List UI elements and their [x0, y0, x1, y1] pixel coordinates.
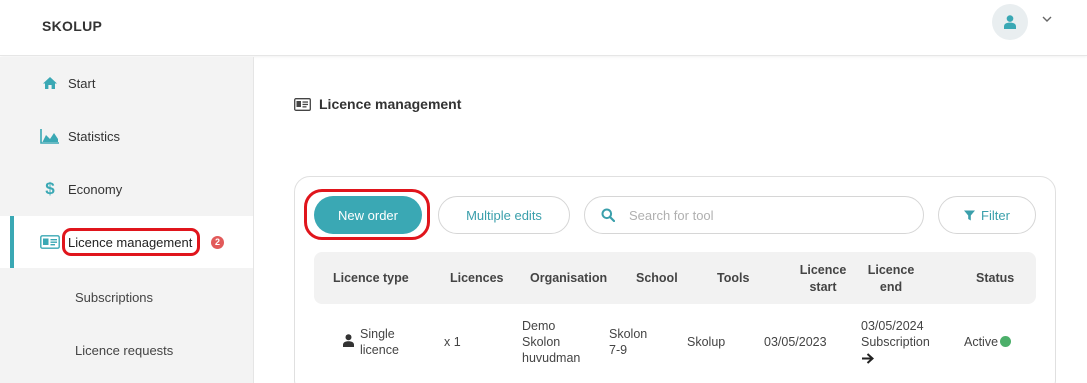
- sidebar-item-statistics[interactable]: Statistics: [0, 110, 253, 162]
- status-dot: [1000, 336, 1012, 347]
- column-header[interactable]: Licence type: [333, 270, 409, 287]
- dollar-icon: $: [45, 179, 55, 198]
- subscription-label: Subscription: [861, 335, 930, 349]
- licence-start-cell: 03/05/2023: [764, 335, 827, 349]
- multiple-edits-button[interactable]: Multiple edits: [438, 196, 570, 234]
- status-text: Active: [964, 335, 999, 349]
- sidebar-item-start[interactable]: Start: [0, 57, 253, 109]
- licence-end-cell: 03/05/2024: [861, 319, 924, 333]
- id-card-icon: [40, 233, 60, 251]
- id-card-icon: [294, 97, 311, 111]
- column-header[interactable]: Licences: [450, 270, 504, 287]
- page-title: Licence management: [294, 96, 461, 112]
- column-header[interactable]: School: [636, 270, 678, 287]
- top-bar: SKOLUP: [0, 0, 1087, 56]
- notification-badge: 2: [211, 235, 224, 249]
- sidebar-item-economy[interactable]: $ Economy: [0, 163, 253, 215]
- chevron-down-icon[interactable]: [1040, 12, 1054, 26]
- filter-label: Filter: [981, 207, 1010, 223]
- licences-cell: x 1: [444, 335, 461, 349]
- column-header[interactable]: Licence end: [866, 262, 916, 296]
- column-header[interactable]: Status: [976, 270, 1014, 287]
- licence-type-cell: Single licence: [360, 327, 399, 357]
- highlight-annotation: [304, 189, 430, 240]
- page-title-text: Licence management: [319, 96, 462, 112]
- column-header[interactable]: Tools: [717, 270, 749, 287]
- sidebar-item-label: Statistics: [68, 128, 121, 144]
- area-chart-icon: [40, 127, 60, 145]
- search-icon: [601, 208, 615, 222]
- sidebar-subitem-licence-requests[interactable]: Licence requests: [75, 343, 173, 358]
- highlight-annotation: [62, 228, 200, 256]
- school-cell: Skolon 7-9: [609, 327, 648, 357]
- column-header[interactable]: Organisation: [530, 270, 607, 287]
- organisation-cell: Demo Skolon huvudman: [522, 319, 581, 365]
- search-input[interactable]: [629, 207, 909, 223]
- column-header[interactable]: Licence start: [793, 262, 853, 296]
- user-icon: [1004, 15, 1016, 29]
- arrow-right-icon[interactable]: [862, 353, 874, 364]
- user-avatar[interactable]: [992, 4, 1028, 40]
- brand-logo[interactable]: SKOLUP: [42, 18, 102, 34]
- user-icon: [343, 334, 354, 347]
- sidebar-item-label: Start: [68, 75, 96, 91]
- active-indicator: [10, 216, 14, 268]
- search-bar[interactable]: [584, 196, 924, 234]
- filter-icon: [964, 210, 976, 220]
- filter-button[interactable]: Filter: [938, 196, 1036, 234]
- tools-cell: Skolup: [687, 335, 726, 349]
- home-icon: [40, 74, 60, 92]
- sidebar-subitem-subscriptions[interactable]: Subscriptions: [75, 290, 153, 305]
- sidebar-item-label: Economy: [68, 181, 123, 197]
- status-cell: Active: [964, 334, 1012, 350]
